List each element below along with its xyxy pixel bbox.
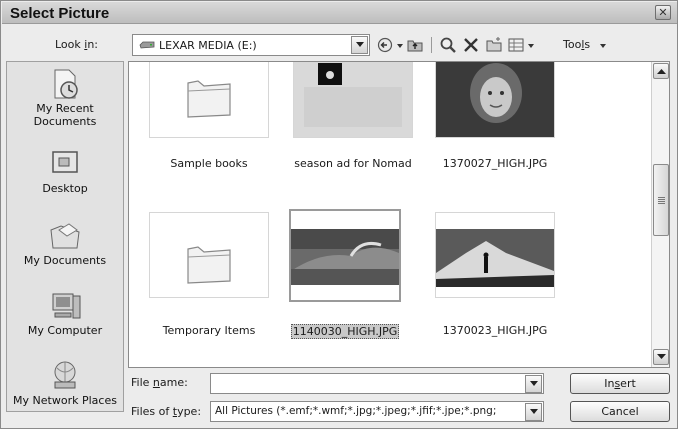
wave-photo-preview (291, 229, 399, 285)
insert-button[interactable]: Insert (570, 373, 670, 394)
up-folder-icon[interactable] (406, 36, 424, 54)
folder-image-preview (304, 63, 402, 127)
title-bar[interactable]: Select Picture ✕ (2, 2, 677, 24)
look-in-label: Look in: (55, 38, 99, 51)
network-places-icon (54, 361, 76, 389)
tools-menu[interactable]: Tools (563, 38, 590, 51)
place-my-documents[interactable]: My Documents (7, 218, 123, 267)
file-name-label: season ad for Nomad (294, 157, 412, 170)
file-thumbnail (435, 62, 555, 138)
chevron-down-icon (356, 42, 364, 47)
places-bar: My Recent Documents Desktop My Documents… (6, 61, 124, 412)
file-thumbnail (435, 212, 555, 298)
toolbar-separator (431, 37, 432, 53)
look-in-dropdown[interactable]: LEXAR MEDIA (E:) (132, 34, 370, 56)
file-thumbnail (149, 212, 269, 298)
files-of-type-dropdown-arrow[interactable] (525, 403, 542, 421)
chevron-down-icon (530, 409, 538, 414)
portrait-photo-preview (436, 62, 554, 137)
mountain-photo-preview (436, 229, 554, 287)
tools-dropdown-arrow[interactable] (600, 44, 606, 48)
views-dropdown-arrow[interactable] (528, 44, 534, 48)
files-of-type-dropdown[interactable]: All Pictures (*.emf;*.wmf;*.jpg;*.jpeg;*… (210, 401, 544, 422)
folder-icon (187, 80, 231, 118)
scroll-down-button[interactable] (653, 349, 669, 365)
scroll-up-button[interactable] (653, 63, 669, 79)
file-name-label: 1140030_HIGH.JPG (290, 324, 400, 339)
files-of-type-label: Files of type: (131, 405, 202, 418)
file-name-input[interactable] (210, 373, 544, 394)
new-folder-icon[interactable] (485, 36, 503, 54)
chevron-down-icon (530, 381, 538, 386)
close-button[interactable]: ✕ (655, 5, 671, 20)
search-web-icon[interactable] (439, 36, 457, 54)
recent-docs-icon (54, 69, 78, 99)
file-name-label: 1370023_HIGH.JPG (442, 324, 548, 337)
my-documents-icon (50, 223, 80, 249)
dialog-title: Select Picture (10, 5, 110, 22)
file-list-scrollbar[interactable] (651, 62, 669, 367)
drive-icon (139, 41, 155, 49)
place-desktop[interactable]: Desktop (7, 146, 123, 195)
file-list[interactable]: Sample books season ad for Nomad 1370027… (128, 61, 670, 368)
delete-icon[interactable] (462, 36, 480, 54)
place-my-recent-documents[interactable]: My Recent Documents (7, 66, 123, 128)
views-icon[interactable] (507, 36, 525, 54)
chevron-up-icon (657, 69, 666, 74)
back-icon[interactable] (376, 36, 394, 54)
select-picture-dialog: Select Picture ✕ Look in: LEXAR MEDIA (E… (0, 0, 678, 429)
cancel-button[interactable]: Cancel (570, 401, 670, 422)
place-my-computer[interactable]: My Computer (7, 288, 123, 337)
file-thumbnail (293, 62, 413, 138)
file-name-label: Temporary Items (162, 324, 256, 337)
scroll-thumb[interactable] (653, 164, 669, 236)
chevron-down-icon (657, 354, 666, 359)
file-thumbnail (149, 62, 269, 138)
look-in-dropdown-arrow[interactable] (351, 36, 368, 54)
folder-icon (187, 246, 231, 284)
my-computer-icon (52, 293, 81, 319)
file-name-label: File name: (131, 376, 188, 389)
place-my-network-places[interactable]: My Network Places (7, 358, 123, 407)
file-thumbnail-selected (289, 209, 401, 302)
scroll-grip (658, 197, 665, 204)
look-in-value: LEXAR MEDIA (E:) (159, 39, 257, 52)
file-name-dropdown-arrow[interactable] (525, 375, 542, 393)
file-name-label: 1370027_HIGH.JPG (442, 157, 548, 170)
back-dropdown-arrow[interactable] (397, 44, 403, 48)
file-name-label: Sample books (170, 157, 248, 170)
desktop-icon (52, 151, 78, 173)
